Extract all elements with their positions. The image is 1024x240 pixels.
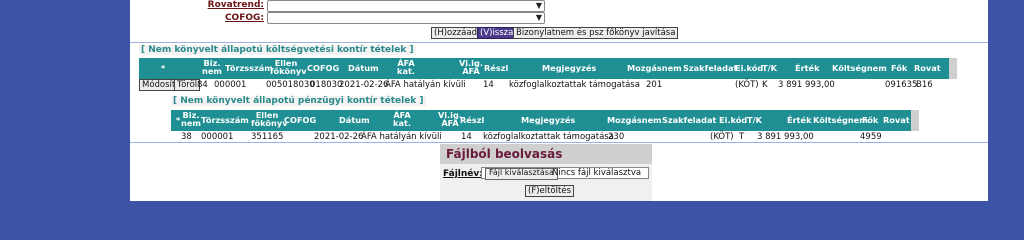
header-tail (911, 110, 919, 131)
financial-section-title: [ Nem könyvelt állapotú pénzügyi kontír … (171, 96, 426, 106)
col-afa-kat: ÁFA kat. (397, 58, 415, 76)
cell-afa-kat: ÁFA hatályán kívüli (385, 80, 466, 90)
col-fok: Fők (891, 63, 908, 73)
fix-voucher-button[interactable]: Bizonylatnem és psz főkönyv javítása (513, 27, 679, 39)
budget-table-header: * Biz. nem Törzsszám Ellen főkönyv COFOG… (139, 58, 949, 79)
cell-tk: K (762, 80, 768, 90)
chevron-down-icon: ▼ (535, 13, 542, 22)
financial-table-header: * Biz. nem Törzsszám Ellen főkönyv COFOG… (171, 110, 911, 131)
col-tk: T/K (747, 115, 762, 125)
col-szakfeladat: Szakfeladat (662, 115, 717, 125)
back-button[interactable]: (V)issza (477, 27, 517, 39)
col-mozgasnem: Mozgásnem (627, 63, 682, 73)
cofog-label: COFOG: (224, 13, 264, 23)
cell-datum: 2021-02-26 (314, 132, 364, 142)
choose-file-button[interactable]: Fájl kiválasztása (485, 168, 558, 180)
cofog-select[interactable]: ▼ (267, 12, 545, 24)
add-button[interactable]: (H)ozzáad (431, 27, 480, 39)
file-input[interactable]: Fájl kiválasztása Nincs fájl kiválasztva (481, 167, 649, 180)
col-szakfeladat: Szakfeladat (683, 63, 738, 73)
col-ertek: Érték (795, 63, 820, 73)
col-cofog: COFOG (307, 63, 340, 73)
header-tail (949, 58, 957, 79)
col-torzsszam: Törzsszám (225, 63, 273, 73)
col-reszl: Részl (460, 115, 485, 125)
col-mozgasnem: Mozgásnem (607, 115, 662, 125)
col-torzsszam: Törzsszám (201, 115, 249, 125)
col-biz-nem: Biz. nem (202, 58, 222, 76)
col-viig-afa: Vi.ig. ÁFA (438, 110, 462, 128)
col-ertek: Érték (787, 115, 812, 125)
cell-ellen-fokonyv: 005018030 (266, 80, 315, 90)
cell-reszl: 14 (483, 80, 494, 90)
cell-fok: 4959 (860, 132, 882, 142)
col-koltsegnem: Költségnem (813, 115, 868, 125)
col-datum: Dátum (348, 63, 379, 73)
cell-ertek: 3 891 993,00 (778, 80, 835, 90)
cell-torzsszam: 000001 (214, 80, 247, 90)
cell-fok: 091635 (885, 80, 918, 90)
cell-torzsszam: 000001 (201, 132, 234, 142)
col-eikod: Ei.kód (735, 63, 764, 73)
rovatrend-label: Rovatrend: (207, 0, 264, 10)
col-megjegyzes: Megjegyzés (521, 115, 576, 125)
cell-reszl: 14 (461, 132, 472, 142)
cell-datum: 2021-02-26 (339, 80, 389, 90)
col-megjegyzes: Megjegyzés (542, 63, 597, 73)
chevron-down-icon: ▼ (535, 1, 542, 10)
col-star: * (176, 115, 181, 125)
cell-megjegyzes: közfoglalkoztattak támogatása (509, 80, 640, 90)
col-cofog: COFOG (284, 115, 317, 125)
cell-eikod: (KÖT) (710, 132, 734, 142)
col-rovat: Rovat (883, 115, 910, 125)
upload-button[interactable]: (F)eltöltés (525, 185, 574, 197)
col-koltsegnem: Költségnem (832, 63, 887, 73)
col-reszl: Részl (484, 63, 509, 73)
col-ellen-fokonyv: Ellen főkönyv (251, 110, 288, 128)
col-tk: T/K (762, 63, 777, 73)
file-panel-title: Fájlból beolvasás (440, 144, 652, 164)
cell-eikod: (KÖT) (735, 80, 759, 90)
page-canvas: Rovatrend: ▼ COFOG: ▼ (H)ozzáad (V)issza… (130, 0, 988, 201)
no-file-text: Nincs fájl kiválasztva (552, 168, 642, 178)
col-afa-kat: ÁFA kat. (393, 110, 411, 128)
cell-mozgasnem: 230 (608, 132, 625, 142)
budget-table-row: Módosít Töröl 84 000001 005018030 018030… (139, 79, 949, 91)
rovatrend-select[interactable]: ▼ (267, 0, 545, 12)
cell-megjegyzes: közfoglalkoztattak támogatása (483, 132, 614, 142)
cell-tk: T (739, 132, 745, 142)
file-name-label: Fájlnév: (443, 169, 483, 179)
col-eikod: Ei.kód (719, 115, 748, 125)
cell-biz-nem: 38 (181, 132, 192, 142)
budget-section-title: [ Nem könyvelt állapotú költségvetési ko… (139, 45, 416, 55)
cell-ertek: 3 891 993,00 (757, 132, 814, 142)
col-rovat: Rovat (914, 63, 941, 73)
col-fok: Fők (862, 115, 879, 125)
divider (130, 42, 988, 43)
col-viig-afa: Vi.ig. ÁFA (459, 58, 483, 76)
cell-afa-kat: ÁFA hatályán kívüli (361, 132, 442, 142)
cell-biz-nem: 84 (197, 80, 208, 90)
divider (130, 142, 988, 143)
col-star: * (161, 63, 166, 73)
col-biz-nem: Biz. nem (181, 110, 201, 128)
col-datum: Dátum (339, 115, 370, 125)
cell-rovat: B16 (916, 80, 933, 90)
col-ellen-fokonyv: Ellen főkönyv (270, 58, 307, 76)
cell-mozgasnem: 201 (646, 80, 663, 90)
cell-ellen-fokonyv: 351165 (251, 132, 284, 142)
cell-cofog: 018030 (310, 80, 343, 90)
modify-button[interactable]: Módosít (139, 79, 179, 91)
